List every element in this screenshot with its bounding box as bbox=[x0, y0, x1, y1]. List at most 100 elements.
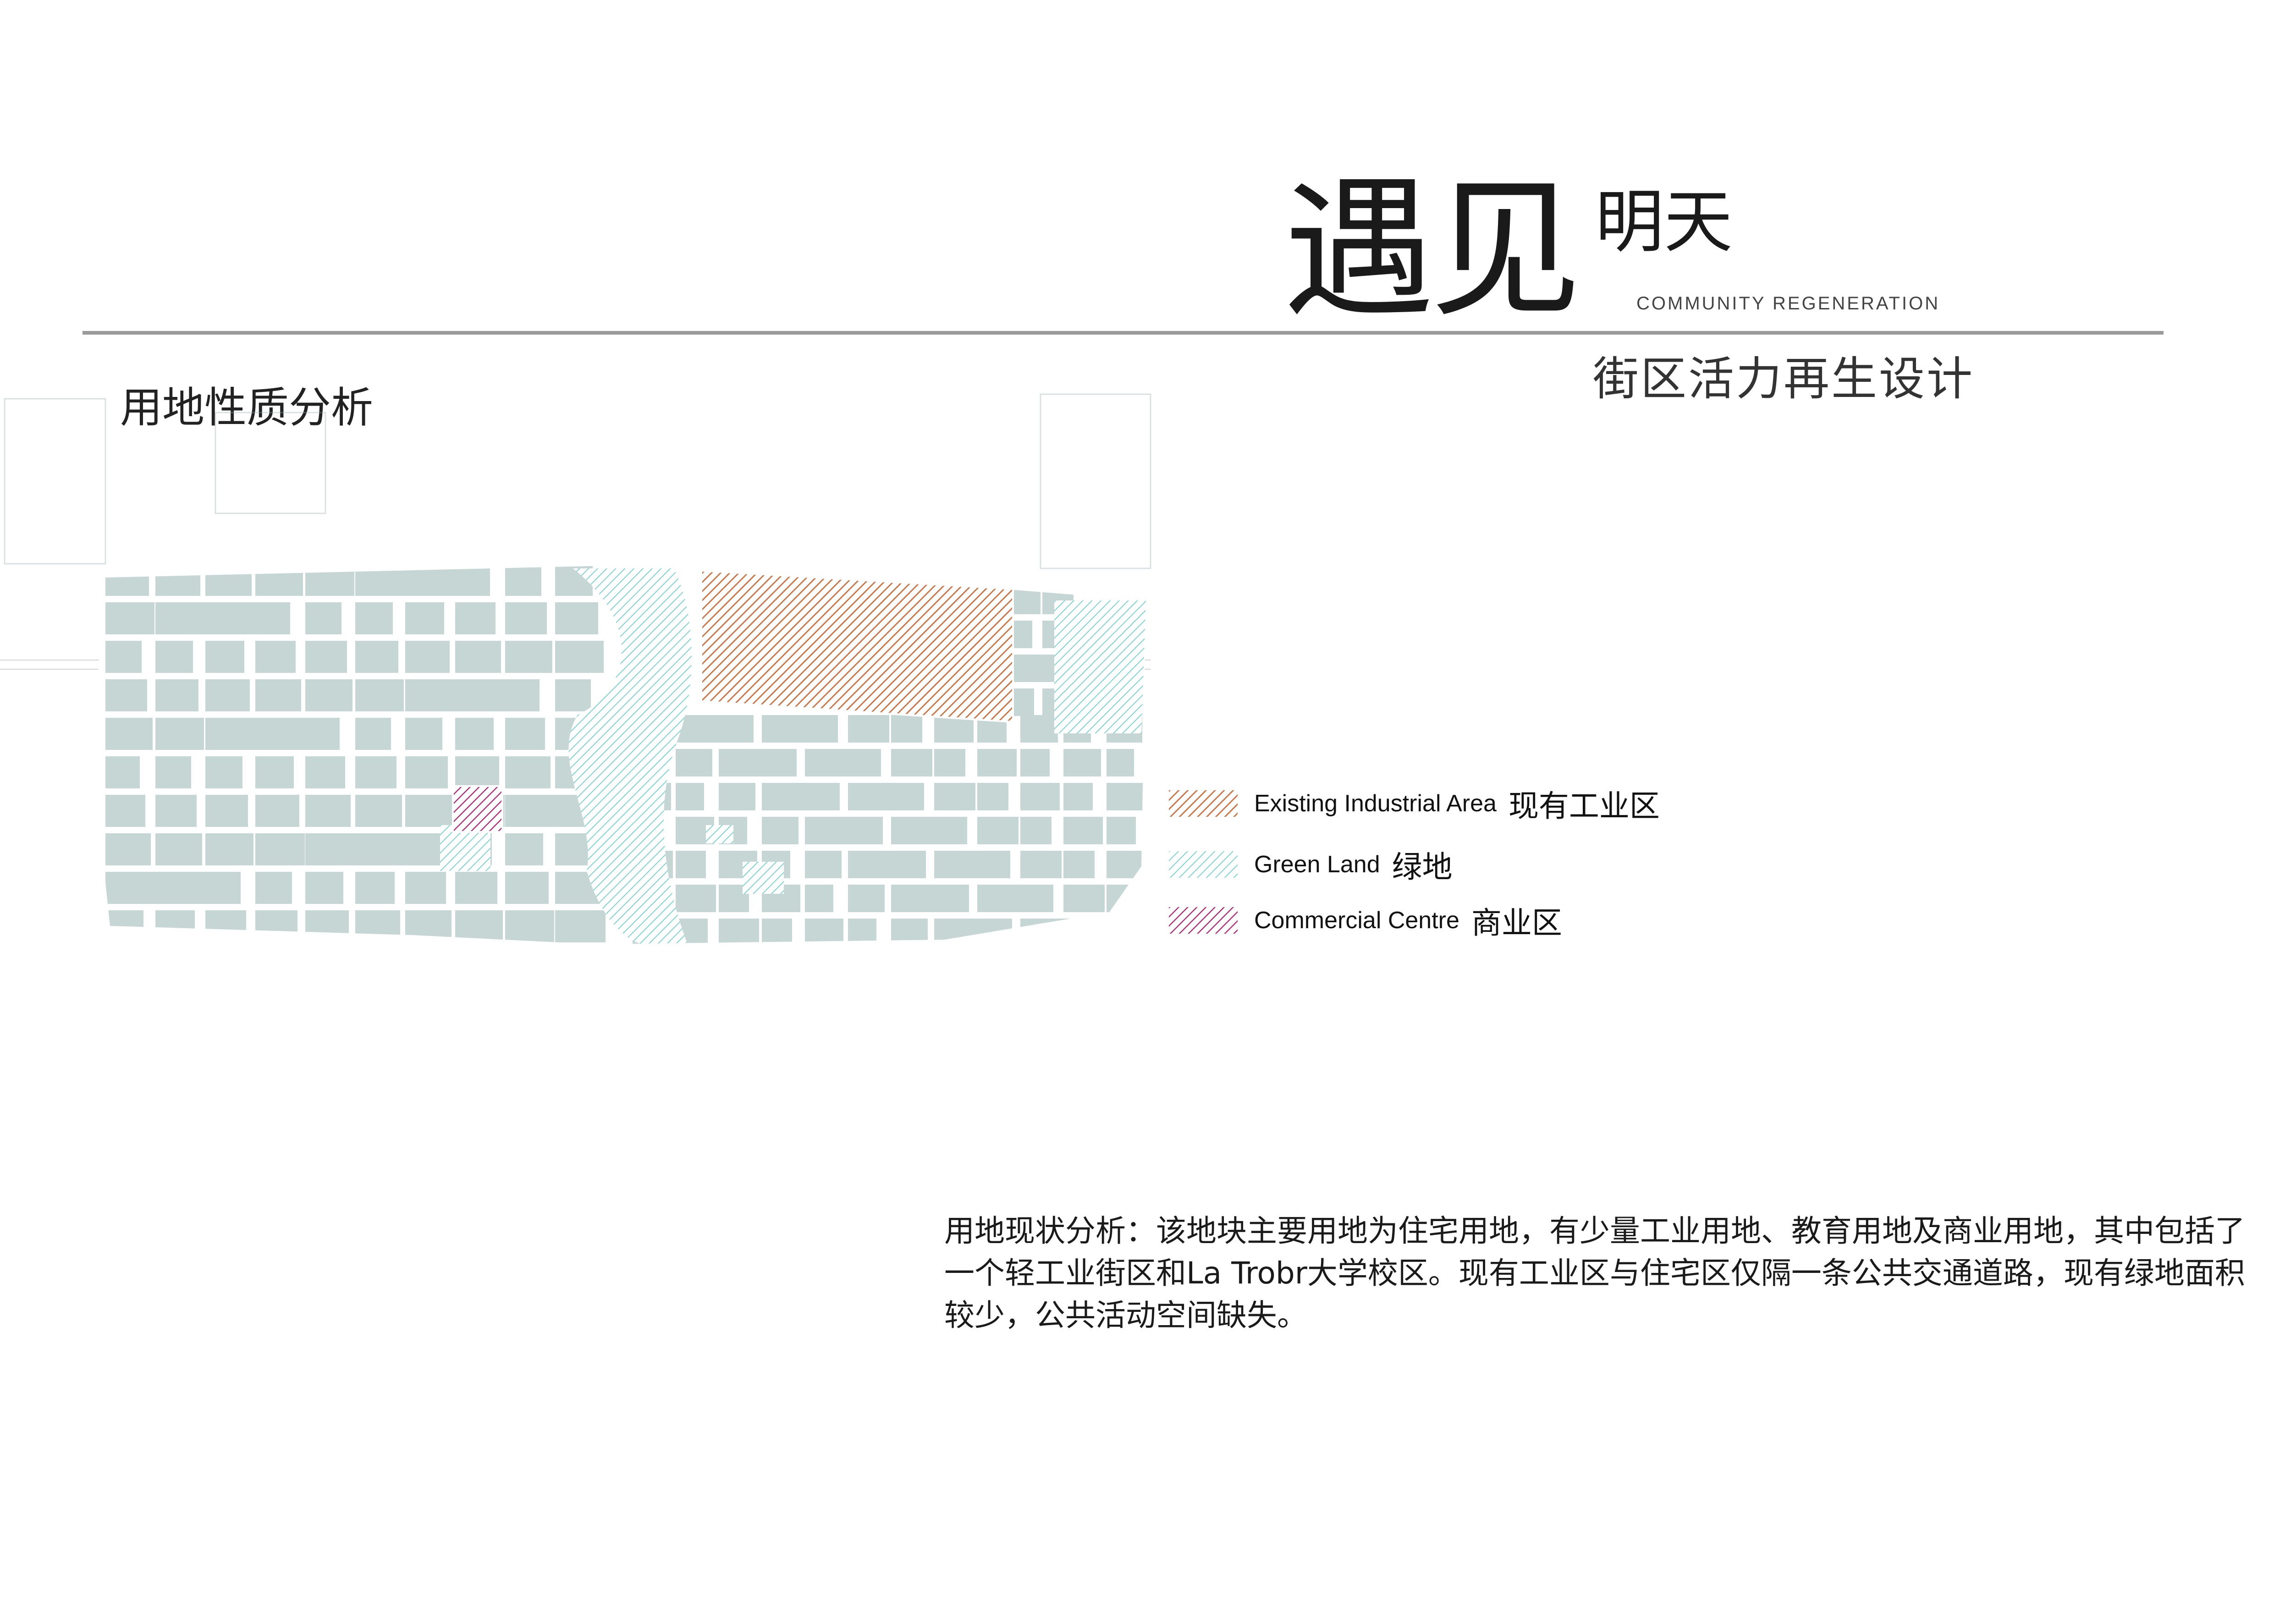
title-main: 遇见 bbox=[1283, 162, 1581, 338]
street-block bbox=[1020, 715, 1058, 743]
street-block bbox=[805, 817, 850, 844]
street-block bbox=[555, 602, 598, 634]
street-block bbox=[155, 679, 198, 711]
street-block bbox=[155, 833, 202, 865]
street-block bbox=[848, 749, 881, 776]
street-block bbox=[676, 851, 706, 878]
street-block bbox=[405, 718, 442, 750]
street-block bbox=[205, 564, 252, 596]
street-block bbox=[155, 602, 206, 634]
green-swatch bbox=[1169, 851, 1238, 878]
street-block bbox=[1063, 783, 1093, 810]
street-block bbox=[934, 851, 977, 878]
street-block bbox=[934, 919, 979, 944]
street-block bbox=[977, 851, 1010, 878]
street-block bbox=[805, 749, 848, 776]
street-block bbox=[305, 756, 345, 788]
street-block bbox=[205, 641, 244, 673]
street-block bbox=[255, 679, 301, 711]
street-block bbox=[155, 872, 208, 904]
street-block bbox=[355, 872, 395, 904]
street-block bbox=[891, 817, 934, 844]
street-block bbox=[205, 910, 246, 942]
legend-label-en: Green Land bbox=[1254, 851, 1380, 878]
street-block bbox=[676, 783, 704, 810]
street-block bbox=[977, 783, 1008, 810]
street-block bbox=[255, 795, 299, 827]
street-block bbox=[1063, 851, 1095, 878]
street-block bbox=[305, 910, 349, 942]
street-block bbox=[405, 564, 457, 596]
street-block bbox=[455, 756, 499, 788]
street-block bbox=[891, 749, 932, 776]
legend-item-commercial: Commercial Centre 商业区 bbox=[1169, 898, 1562, 942]
street-block bbox=[1013, 655, 1042, 682]
street-block bbox=[891, 851, 926, 878]
street-block bbox=[105, 833, 151, 865]
street-block bbox=[762, 817, 798, 844]
street-block bbox=[355, 718, 391, 750]
street-block bbox=[505, 795, 556, 827]
street-block bbox=[305, 564, 354, 596]
street-block bbox=[805, 783, 840, 810]
street-block bbox=[505, 910, 554, 942]
analysis-text: 用地现状分析：该地块主要用地为住宅用地，有少量工业用地、教育用地及商业用地，其中… bbox=[944, 1213, 2245, 1333]
street-block bbox=[305, 718, 340, 750]
street-block bbox=[355, 602, 393, 634]
street-block bbox=[891, 885, 936, 912]
legend-label-en: Existing Industrial Area bbox=[1254, 790, 1497, 817]
street-block bbox=[1107, 783, 1144, 810]
street-block bbox=[355, 910, 400, 942]
commercial-centre bbox=[452, 785, 503, 833]
street-block bbox=[977, 817, 1019, 844]
street-block bbox=[455, 564, 490, 596]
street-block bbox=[205, 872, 241, 904]
street-block bbox=[205, 795, 248, 827]
street-block bbox=[977, 919, 1012, 944]
street-block bbox=[505, 718, 545, 750]
street-block bbox=[205, 756, 242, 788]
street-block bbox=[305, 679, 352, 711]
street-block bbox=[1107, 919, 1146, 944]
street-block bbox=[105, 641, 142, 673]
street-block bbox=[155, 756, 191, 788]
street-block bbox=[205, 718, 255, 750]
street-block bbox=[405, 679, 455, 711]
street-block bbox=[305, 833, 356, 865]
street-block bbox=[105, 718, 153, 750]
street-block bbox=[455, 679, 507, 711]
street-block bbox=[105, 910, 143, 942]
street-block bbox=[934, 885, 969, 912]
street-block bbox=[455, 641, 501, 673]
street-block bbox=[105, 564, 149, 596]
street-block bbox=[848, 715, 889, 743]
street-block bbox=[1013, 621, 1032, 648]
street-block bbox=[255, 564, 303, 596]
street-block bbox=[255, 833, 305, 865]
street-block bbox=[305, 872, 343, 904]
street-block bbox=[105, 795, 145, 827]
street-block bbox=[255, 910, 297, 942]
street-block bbox=[1013, 587, 1041, 614]
industrial-area bbox=[700, 569, 1014, 723]
industrial-swatch bbox=[1169, 790, 1238, 817]
street-block bbox=[105, 872, 156, 904]
commercial-swatch bbox=[1169, 907, 1238, 934]
street-block bbox=[891, 715, 922, 743]
street-block bbox=[719, 919, 759, 944]
street-block bbox=[719, 749, 764, 776]
street-block bbox=[848, 919, 876, 944]
street-block bbox=[891, 783, 924, 810]
header-divider bbox=[83, 331, 2164, 335]
street-block bbox=[505, 872, 549, 904]
street-block bbox=[405, 795, 453, 827]
street-block bbox=[355, 679, 404, 711]
street-block bbox=[805, 919, 843, 944]
street-block bbox=[255, 641, 296, 673]
street-block bbox=[848, 817, 883, 844]
street-block bbox=[155, 910, 195, 942]
street-block bbox=[1020, 783, 1060, 810]
street-block bbox=[719, 715, 754, 743]
street-block bbox=[1063, 749, 1101, 776]
street-block bbox=[1063, 817, 1103, 844]
